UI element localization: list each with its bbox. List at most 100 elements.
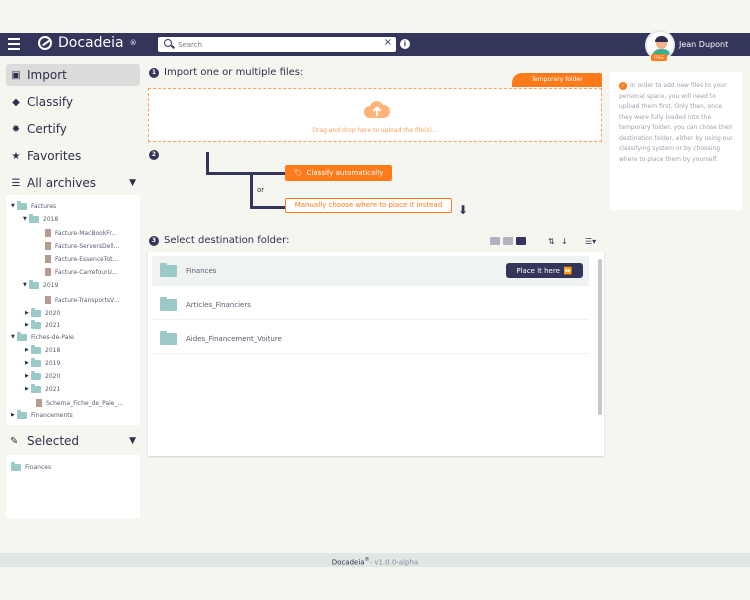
tree-label: Facture-ServersDell... — [55, 242, 120, 250]
fast-forward-icon: ⏩ — [563, 266, 573, 275]
dropzone-text: Drag and drop here to upload the file(s)… — [312, 127, 438, 134]
folder-icon — [31, 345, 41, 354]
folder-icon — [31, 308, 41, 317]
selected-panel: Finances — [6, 455, 140, 518]
cloud-upload-icon — [364, 101, 390, 118]
import-icon: ▣ — [11, 69, 21, 81]
sidebar-item-certify[interactable]: ✹ Certify — [6, 118, 140, 140]
step3-title: 3 Select destination folder: — [149, 235, 289, 246]
tree-label: Facture-MacBookFr... — [55, 229, 117, 237]
info-icon[interactable]: i — [400, 39, 410, 49]
or-text: or — [257, 186, 265, 194]
top-navbar: Docadeia ® × i FREE Jean Dupont — [0, 30, 750, 61]
folder-icon — [17, 201, 27, 210]
flow-line — [250, 206, 286, 209]
sidebar-item-favorites[interactable]: ★ Favorites — [6, 145, 140, 167]
selected-item[interactable]: Finances — [11, 462, 51, 472]
tree-folder[interactable]: ▶ 2021 — [25, 320, 60, 330]
tree-file[interactable]: Schema_Fiche_de_Paie_... — [36, 398, 123, 408]
tree-folder[interactable]: ▶ Financements — [11, 410, 73, 420]
sort-alpha-icon[interactable]: ↓ — [561, 237, 568, 246]
brand-logo[interactable]: Docadeia ® — [38, 35, 137, 51]
folder-icon — [160, 296, 177, 311]
tree-folder[interactable]: ▼ Fiches-de-Paie — [11, 332, 74, 342]
destination-row[interactable]: Finances Place it here ⏩ — [152, 256, 589, 286]
tree-label: Factures — [31, 202, 57, 210]
folder-icon — [31, 384, 41, 393]
tree-folder[interactable]: ▶ 2020 — [25, 371, 60, 381]
step1-text: Import one or multiple files: — [164, 67, 304, 78]
file-icon — [45, 268, 51, 276]
tree-folder[interactable]: ▶ 2021 — [25, 384, 60, 394]
view-mode-toggle — [490, 237, 526, 245]
clear-search-icon[interactable]: × — [384, 37, 392, 48]
file-icon — [45, 229, 51, 237]
folder-icon — [17, 410, 27, 419]
chevron-down-icon[interactable]: ▼ — [129, 178, 136, 188]
destination-label: Finances — [186, 266, 217, 275]
tree-label: Facture-TransportsV... — [55, 296, 120, 304]
folder-icon — [31, 320, 41, 329]
tree-folder[interactable]: ▼ 2019 — [23, 280, 58, 290]
folder-icon — [11, 462, 21, 471]
step-number: 3 — [149, 235, 159, 246]
folder-icon — [31, 358, 41, 367]
place-button-label: Place it here — [516, 266, 560, 275]
selected-header[interactable]: ✎ Selected ▼ — [6, 430, 140, 452]
tree-label: 2020 — [45, 372, 61, 380]
tree-folder[interactable]: ▼ Factures — [11, 201, 56, 211]
tree-label: Schema_Fiche_de_Paie_... — [46, 399, 124, 407]
folder-icon — [160, 330, 177, 345]
tree-file[interactable]: Facture-EssenceTot... — [45, 254, 118, 264]
folder-icon — [29, 280, 39, 289]
list-options-icon[interactable]: ☰▾ — [585, 237, 596, 246]
destination-label: Aides_Financement_Voiture — [186, 334, 282, 343]
tree-folder[interactable]: ▶ 2019 — [25, 358, 60, 368]
destination-row[interactable]: Articles_Financiers — [152, 290, 589, 320]
tree-label: 2018 — [45, 346, 61, 354]
tree-folder[interactable]: ▶ 2018 — [25, 345, 60, 355]
grid-small-view-icon[interactable] — [490, 237, 500, 245]
grid-large-view-icon[interactable] — [503, 237, 513, 245]
file-dropzone[interactable]: Drag and drop here to upload the file(s)… — [148, 88, 602, 142]
sidebar-item-classify[interactable]: ◆ Classify — [6, 91, 140, 113]
sidebar-item-import[interactable]: ▣ Import — [6, 64, 140, 86]
place-it-here-button[interactable]: Place it here ⏩ — [506, 263, 583, 278]
tree-folder[interactable]: ▼ 2018 — [23, 214, 58, 224]
manual-choose-button[interactable]: Manually choose where to place it instea… — [285, 198, 452, 213]
tree-file[interactable]: Facture-TransportsV... — [45, 295, 119, 305]
search-bar: × — [158, 37, 396, 52]
step1-title: 1 Import one or multiple files: — [149, 67, 303, 78]
tree-file[interactable]: Facture-ServersDell... — [45, 241, 119, 251]
tag-icon: 🏷 — [293, 169, 303, 177]
list-view-icon[interactable] — [516, 237, 526, 245]
logo-mark-icon — [38, 36, 52, 50]
tree-label: Facture-EssenceTot... — [55, 255, 119, 263]
file-icon — [45, 296, 51, 304]
star-icon: ★ — [11, 150, 21, 162]
folder-icon — [160, 262, 177, 277]
sidebar-item-label: Classify — [27, 95, 74, 109]
tree-label: 2019 — [45, 359, 61, 367]
hamburger-menu-icon[interactable] — [8, 38, 20, 50]
sidebar-item-label: Import — [27, 68, 67, 82]
help-info-panel: i In order to add new files to your perso… — [610, 72, 742, 210]
file-icon — [45, 242, 51, 250]
destination-scrollbar[interactable] — [598, 259, 602, 415]
tree-label: 2020 — [45, 309, 61, 317]
user-name[interactable]: Jean Dupont — [679, 40, 728, 49]
sidebar-item-label: Certify — [27, 122, 67, 136]
tree-file[interactable]: Facture-CarrefourU... — [45, 267, 118, 277]
tree-folder[interactable]: ▶ 2020 — [25, 308, 60, 318]
sidebar-item-all-archives[interactable]: ☰ All archives ▼ — [6, 172, 140, 194]
destination-folder-list: Finances Place it here ⏩ Articles_Financ… — [148, 252, 604, 456]
sort-date-icon[interactable]: ⇅ — [548, 237, 555, 246]
temporary-folder-tab[interactable]: Temporary folder — [512, 73, 602, 87]
brand-registered-mark: ® — [129, 39, 137, 47]
search-input[interactable] — [178, 38, 378, 51]
tree-file[interactable]: Facture-MacBookFr... — [45, 228, 117, 238]
destination-row[interactable]: Aides_Financement_Voiture — [152, 324, 589, 354]
tree-label: 2021 — [45, 321, 61, 329]
chevron-down-icon[interactable]: ▼ — [129, 436, 136, 446]
classify-automatically-button[interactable]: 🏷 Classify automatically — [285, 165, 392, 181]
